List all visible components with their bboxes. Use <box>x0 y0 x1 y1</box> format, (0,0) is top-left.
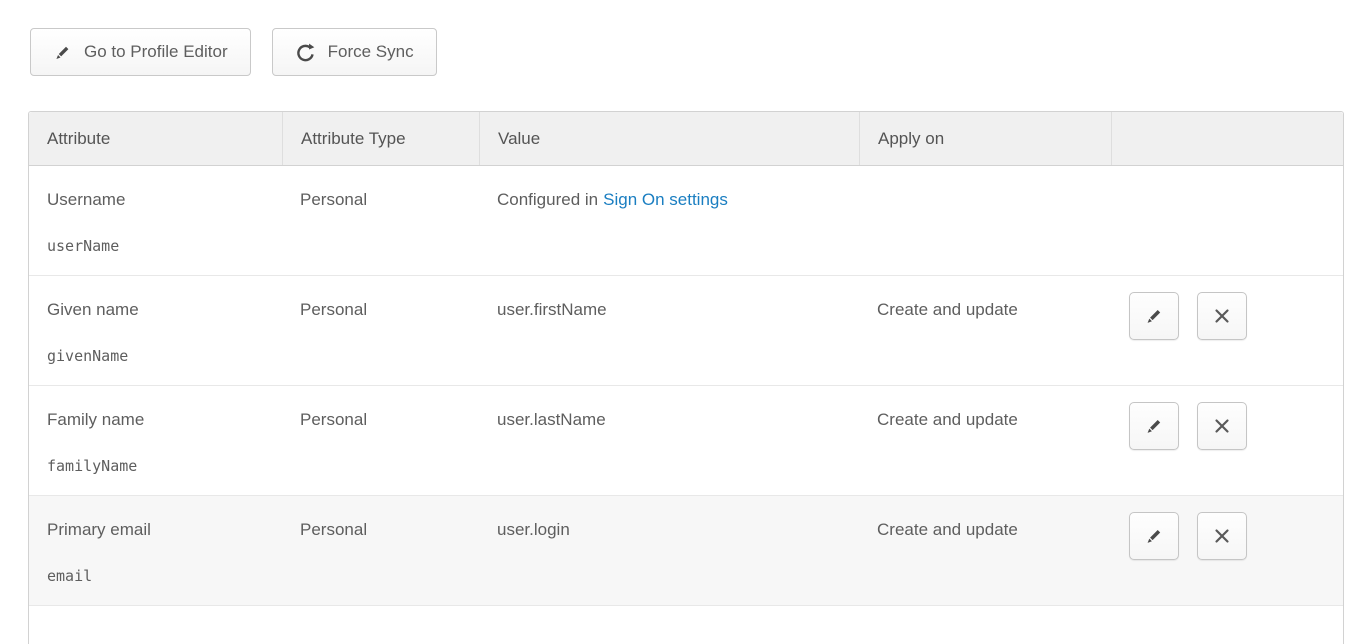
apply-on-cell: Create and update <box>859 386 1111 495</box>
attribute-cell: Username userName <box>29 166 282 275</box>
go-to-profile-editor-label: Go to Profile Editor <box>84 42 228 62</box>
attribute-type-cell: Personal <box>282 496 479 605</box>
attribute-type-cell: Personal <box>282 166 479 275</box>
attribute-label: Family name <box>47 410 272 430</box>
column-header-attribute: Attribute <box>29 112 282 165</box>
go-to-profile-editor-button[interactable]: Go to Profile Editor <box>30 28 251 76</box>
attribute-type-cell: Personal <box>282 276 479 385</box>
attribute-label: Given name <box>47 300 272 320</box>
attribute-label: Primary email <box>47 520 272 540</box>
table-row-primary-email: Primary email email Personal user.login … <box>29 496 1343 606</box>
attribute-key: familyName <box>47 457 272 475</box>
edit-mapping-button[interactable] <box>1129 512 1179 560</box>
attribute-label: Username <box>47 190 272 210</box>
actions-cell <box>1111 166 1343 275</box>
force-sync-button[interactable]: Force Sync <box>272 28 437 76</box>
refresh-icon <box>295 42 316 63</box>
edit-mapping-button[interactable] <box>1129 402 1179 450</box>
sign-on-settings-link[interactable]: Sign On settings <box>603 190 728 209</box>
attribute-cell: Family name familyName <box>29 386 282 495</box>
table-row-partial <box>29 606 1343 644</box>
attribute-type-cell: Personal <box>282 386 479 495</box>
table-header-row: Attribute Attribute Type Value Apply on <box>29 112 1343 166</box>
delete-mapping-button[interactable] <box>1197 292 1247 340</box>
value-cell: user.lastName <box>479 386 859 495</box>
pencil-icon <box>1144 306 1164 326</box>
attribute-mappings-table: Attribute Attribute Type Value Apply on … <box>28 111 1344 644</box>
column-header-attribute-type: Attribute Type <box>282 112 479 165</box>
delete-mapping-button[interactable] <box>1197 402 1247 450</box>
actions-cell <box>1111 276 1343 385</box>
value-prefix-text: Configured in <box>497 190 598 209</box>
pencil-icon <box>53 43 72 62</box>
attribute-cell: Primary email email <box>29 496 282 605</box>
attribute-key: email <box>47 567 272 585</box>
attribute-key: givenName <box>47 347 272 365</box>
pencil-icon <box>1144 416 1164 436</box>
column-header-apply-on: Apply on <box>859 112 1111 165</box>
column-header-value: Value <box>479 112 859 165</box>
close-icon <box>1212 306 1232 326</box>
close-icon <box>1212 526 1232 546</box>
table-row-family-name: Family name familyName Personal user.las… <box>29 386 1343 496</box>
attribute-cell: Given name givenName <box>29 276 282 385</box>
apply-on-cell: Create and update <box>859 496 1111 605</box>
edit-mapping-button[interactable] <box>1129 292 1179 340</box>
table-row-username: Username userName Personal Configured in… <box>29 166 1343 276</box>
value-cell: user.login <box>479 496 859 605</box>
force-sync-label: Force Sync <box>328 42 414 62</box>
pencil-icon <box>1144 526 1164 546</box>
delete-mapping-button[interactable] <box>1197 512 1247 560</box>
value-cell: Configured in Sign On settings <box>479 166 859 275</box>
attribute-key: userName <box>47 237 272 255</box>
apply-on-cell <box>859 166 1111 275</box>
table-row-given-name: Given name givenName Personal user.first… <box>29 276 1343 386</box>
toolbar: Go to Profile Editor Force Sync <box>30 28 1370 76</box>
actions-cell <box>1111 386 1343 495</box>
value-cell: user.firstName <box>479 276 859 385</box>
column-header-actions <box>1111 112 1343 165</box>
actions-cell <box>1111 496 1343 605</box>
close-icon <box>1212 416 1232 436</box>
apply-on-cell: Create and update <box>859 276 1111 385</box>
